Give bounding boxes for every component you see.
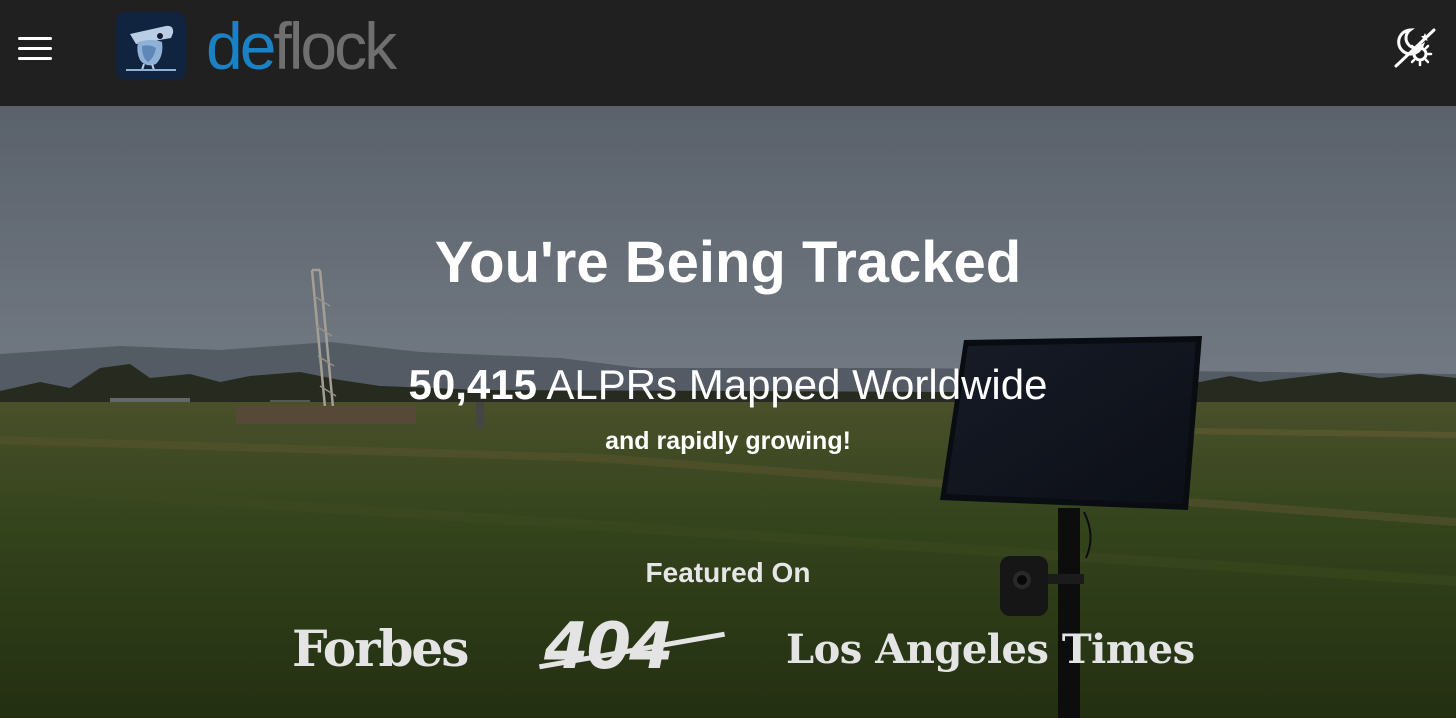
top-navigation-bar: deflock <box>0 0 1456 106</box>
forbes-logo[interactable]: Forbes <box>292 614 469 684</box>
menu-line <box>18 57 52 60</box>
menu-line <box>18 47 52 50</box>
alpr-count-label: ALPRs Mapped Worldwide <box>546 361 1048 408</box>
brand-prefix: de <box>206 9 276 83</box>
hero-title: You're Being Tracked <box>434 230 1022 295</box>
hamburger-menu-icon[interactable] <box>14 32 58 66</box>
alpr-count: 50,415 <box>408 361 537 408</box>
brand-wordmark[interactable]: deflock <box>206 6 397 86</box>
bird-logo-icon[interactable] <box>116 12 186 80</box>
featured-on-label: Featured On <box>645 557 811 588</box>
theme-toggle-icon[interactable] <box>1392 24 1438 70</box>
la-times-logo[interactable]: Los Angeles Times <box>786 618 1195 682</box>
brand-suffix: flock <box>273 9 397 83</box>
hero-subtitle: and rapidly growing! <box>605 427 851 455</box>
hero-section: You're Being Tracked 50,415 ALPRs Mapped… <box>0 106 1456 718</box>
hero-background-image <box>0 106 1456 718</box>
menu-line <box>18 37 52 40</box>
404-media-logo[interactable]: 404 <box>538 610 726 686</box>
alpr-count-line: 50,415 ALPRs Mapped Worldwide <box>0 358 1456 412</box>
